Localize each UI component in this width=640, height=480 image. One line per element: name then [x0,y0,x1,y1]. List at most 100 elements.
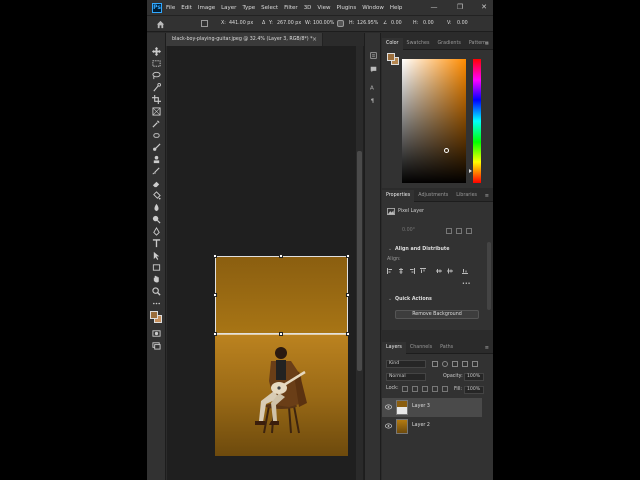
menu-3d[interactable]: 3D [304,5,312,11]
align-bottom-icon[interactable] [462,268,468,274]
hand-tool-icon[interactable] [152,275,161,284]
filter-adjustment-icon[interactable] [442,361,448,367]
tab-color[interactable]: Color [382,37,403,50]
layer-kind-filter[interactable]: Kind [386,360,426,368]
spot-healing-tool-icon[interactable] [152,131,161,140]
clone-stamp-tool-icon[interactable] [152,155,161,164]
transform-handle-bottom[interactable] [279,332,283,336]
paragraph-icon[interactable]: ¶ [370,89,377,105]
quick-mask-icon[interactable] [152,329,161,338]
saturation-value-field[interactable] [402,59,466,183]
menu-filter[interactable]: Filter [284,5,298,11]
comments-icon[interactable] [370,58,377,73]
hue-slider-arrow[interactable] [469,169,472,173]
transform-handle-top-right[interactable] [346,254,350,258]
angle-input[interactable]: 0.00 [391,19,402,28]
transform-handle-bottom-left[interactable] [213,332,217,336]
transform-handle-bottom-right[interactable] [346,332,350,336]
tab-paths[interactable]: Paths [436,342,457,354]
layer-row-layer-2[interactable]: Layer 2 [382,417,482,436]
remove-background-button[interactable]: Remove Background [395,310,479,319]
canvas-vertical-scrollbar[interactable] [356,46,363,480]
close-document-icon[interactable]: × [312,33,317,46]
lock-position-icon[interactable] [422,386,428,392]
tab-gradients[interactable]: Gradients [433,38,464,50]
pen-tool-icon[interactable] [152,227,161,236]
rotation-value[interactable]: 0.00° [402,228,415,233]
blend-mode-select[interactable]: Normal [386,373,426,381]
tab-properties[interactable]: Properties [382,189,415,202]
flip-vertical-icon[interactable] [466,228,472,234]
marquee-tool-icon[interactable] [152,59,161,68]
layer-name[interactable]: Layer 2 [412,423,430,428]
layer-row-layer-3[interactable]: Layer 3 [382,398,482,417]
menu-help[interactable]: Help [390,5,403,11]
quick-actions-chevron-icon[interactable]: ⌄ [388,297,392,302]
transform-handle-left[interactable] [213,293,217,297]
zoom-tool-icon[interactable] [152,287,161,296]
align-left-icon[interactable] [387,268,393,274]
screen-mode-icon[interactable] [152,341,161,350]
transform-handle-top-left[interactable] [213,254,217,258]
tab-channels[interactable]: Channels [406,342,436,354]
transform-handle-top[interactable] [279,254,283,258]
h-input[interactable]: 126.95% [357,19,378,28]
document-tab[interactable]: black-boy-playing-guitar.jpeg @ 32.4% (L… [166,33,323,46]
quick-select-tool-icon[interactable] [152,83,161,92]
align-middle-icon[interactable] [447,268,453,274]
align-section-chevron-icon[interactable]: ⌄ [388,247,392,252]
color-picker-marker[interactable] [444,148,449,153]
tab-libraries[interactable]: Libraries [452,190,481,202]
x-input[interactable]: 441.00 px [229,19,253,28]
crop-tool-icon[interactable] [152,95,161,104]
more-tools-icon[interactable] [152,299,161,308]
link-icon[interactable] [337,20,344,27]
close-window-button[interactable]: ✕ [477,0,491,15]
transform-bounding-box[interactable] [215,256,348,334]
tab-adjustments[interactable]: Adjustments [414,190,452,202]
y-input[interactable]: 267.00 px [277,19,301,28]
lock-artboard-icon[interactable] [432,386,438,392]
quick-actions-title[interactable]: Quick Actions [395,297,432,302]
foreground-color-swatch[interactable] [150,311,158,319]
restore-button[interactable]: ❐ [453,0,467,15]
reference-point-icon[interactable] [201,20,208,27]
filter-shape-icon[interactable] [462,361,468,367]
fill-input[interactable]: 100% [464,386,484,394]
menu-type[interactable]: Type [242,5,255,11]
history-icon[interactable] [370,44,377,59]
align-top-icon[interactable] [420,268,426,274]
tab-swatches[interactable]: Swatches [403,38,434,50]
eraser-tool-icon[interactable] [152,179,161,188]
layer-name[interactable]: Layer 3 [412,404,430,409]
canvas-scroll-thumb[interactable] [357,151,362,371]
align-distribute-title[interactable]: Align and Distribute [395,247,449,252]
canvas-area[interactable] [167,46,375,480]
properties-scrollbar[interactable] [487,242,491,310]
menu-image[interactable]: Image [198,5,215,11]
visibility-eye-icon[interactable] [385,404,392,410]
type-tool-icon[interactable] [152,239,161,248]
menu-layer[interactable]: Layer [221,5,236,11]
history-brush-tool-icon[interactable] [152,167,161,176]
transform-handle-right[interactable] [346,293,350,297]
layers-menu-icon[interactable]: ≡ [485,345,489,351]
more-options-icon[interactable]: ••• [462,282,471,287]
frame-tool-icon[interactable] [152,107,161,116]
align-right-icon[interactable] [409,268,415,274]
visibility-eye-icon[interactable] [385,423,392,429]
flip-horizontal-icon[interactable] [456,228,462,234]
align-center-h-icon[interactable] [398,268,404,274]
menu-file[interactable]: File [166,5,175,11]
lock-pixels-icon[interactable] [412,386,418,392]
move-tool-icon[interactable] [152,47,161,56]
minimize-button[interactable]: — [427,0,441,15]
filter-pixel-icon[interactable] [432,361,438,367]
tab-layers[interactable]: Layers [382,341,406,354]
lasso-tool-icon[interactable] [152,71,161,80]
align-center-v-icon[interactable] [436,268,442,274]
menu-edit[interactable]: Edit [181,5,192,11]
transform-icon[interactable] [446,228,452,234]
dodge-tool-icon[interactable] [152,215,161,224]
character-icon[interactable]: A [370,76,377,92]
